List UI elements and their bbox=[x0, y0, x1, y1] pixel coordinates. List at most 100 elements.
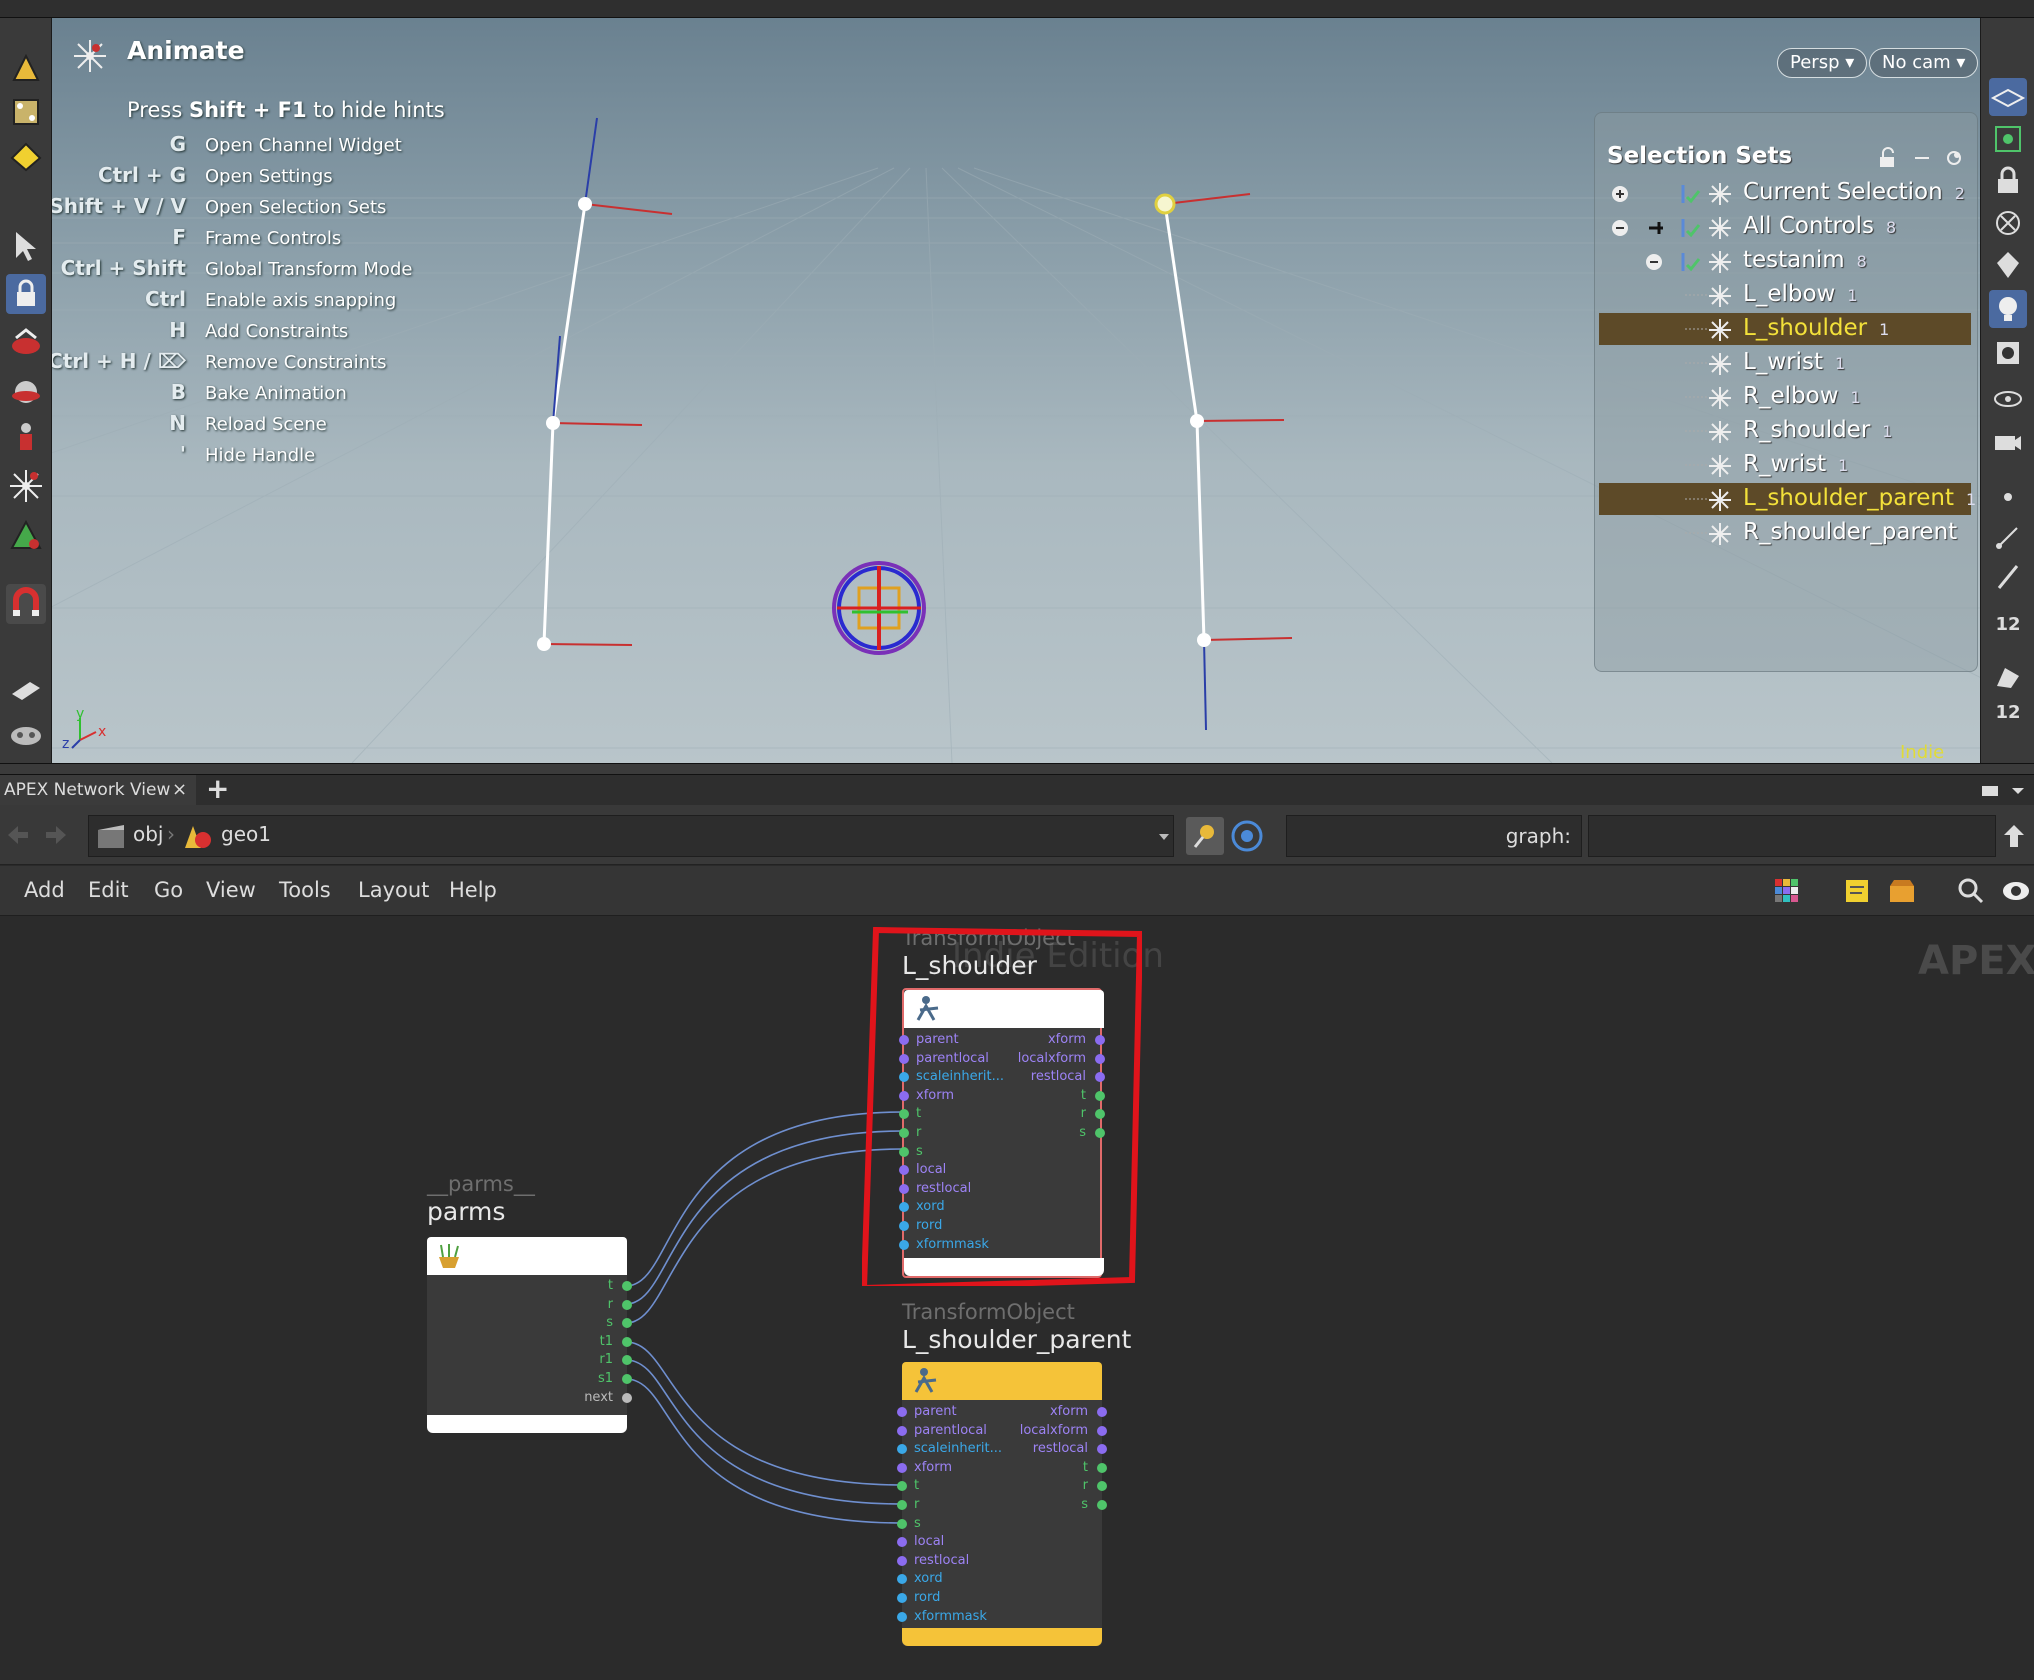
pane-menu-chevron-icon[interactable] bbox=[2010, 783, 2026, 799]
output-port-dot[interactable] bbox=[1097, 1500, 1107, 1510]
parms-node-name[interactable]: parms bbox=[427, 1197, 505, 1226]
input-port-dot[interactable] bbox=[897, 1462, 907, 1473]
magnet-snap-icon[interactable] bbox=[6, 584, 46, 624]
input-port-dot[interactable] bbox=[897, 1425, 907, 1436]
input-port-dot[interactable] bbox=[897, 1444, 907, 1455]
headlight-icon[interactable] bbox=[1989, 290, 2027, 328]
input-port-dot[interactable] bbox=[897, 1611, 907, 1622]
light-bulb-icon[interactable] bbox=[1989, 246, 2027, 284]
output-port-dot[interactable] bbox=[622, 1336, 632, 1347]
graph-field[interactable] bbox=[1588, 815, 1996, 857]
wire-r1-to-l-shoulder-parent[interactable] bbox=[625, 1359, 903, 1505]
selection-set-item[interactable]: L_elbow 1 bbox=[1599, 279, 1971, 311]
output-port-dot[interactable] bbox=[622, 1392, 632, 1403]
selection-set-item[interactable]: R_elbow 1 bbox=[1599, 381, 1971, 413]
l-shoulder-parent-node[interactable]: parent parentlocal scaleinherit... xform t r s… bbox=[897, 1362, 1107, 1646]
target-icon[interactable] bbox=[1228, 817, 1266, 855]
menu-edit[interactable]: Edit bbox=[88, 878, 129, 902]
animate-tool-icon[interactable] bbox=[6, 466, 46, 506]
selection-set-item[interactable]: R_wrist 1 bbox=[1599, 449, 1971, 481]
camera-button[interactable]: No cam ▾ bbox=[1869, 48, 1979, 78]
selection-set-item[interactable]: R_shoulder 1 bbox=[1599, 415, 1971, 447]
collapse-minus-icon[interactable] bbox=[1641, 249, 1667, 275]
selection-set-item[interactable]: L_shoulder_parent 1 bbox=[1599, 483, 1976, 515]
film-reel-icon[interactable] bbox=[6, 714, 46, 754]
input-port-dot[interactable] bbox=[897, 1537, 907, 1548]
up-arrow-icon[interactable] bbox=[2002, 823, 2026, 849]
tab-close-icon[interactable]: × bbox=[172, 775, 187, 805]
l-shoulder-parent-node-name[interactable]: L_shoulder_parent bbox=[902, 1325, 1131, 1354]
eye-icon[interactable] bbox=[2000, 876, 2032, 906]
network-box-icon[interactable] bbox=[1886, 876, 1918, 906]
output-port-dot[interactable] bbox=[622, 1299, 632, 1310]
lock-tool-icon[interactable] bbox=[6, 274, 46, 314]
normal-display-icon[interactable] bbox=[1989, 518, 2027, 556]
forward-arrow-icon[interactable] bbox=[42, 823, 70, 847]
edge-display-icon[interactable] bbox=[1989, 558, 2027, 596]
output-port-dot[interactable] bbox=[1097, 1462, 1107, 1473]
primitive-display-icon[interactable] bbox=[1989, 658, 2027, 696]
shelf-tool-icon[interactable] bbox=[6, 48, 46, 88]
output-port-dot[interactable] bbox=[622, 1281, 632, 1291]
menu-help[interactable]: Help bbox=[449, 878, 497, 902]
parms-node[interactable]: t r s t1 r1 s1 next bbox=[427, 1237, 632, 1433]
sticky-note-icon[interactable] bbox=[1842, 876, 1872, 906]
persp-button[interactable]: Persp ▾ bbox=[1777, 48, 1868, 78]
rotate-tool-icon[interactable] bbox=[6, 324, 46, 364]
collapse-minus-icon[interactable] bbox=[1607, 215, 1633, 241]
menu-tools[interactable]: Tools bbox=[279, 878, 331, 902]
path-dropdown-chevron-icon[interactable] bbox=[1157, 830, 1171, 844]
handle-tool-icon[interactable] bbox=[6, 516, 46, 556]
primitive-number-label[interactable]: 12 bbox=[1989, 702, 2027, 723]
selection-set-item[interactable]: L_shoulder 1 bbox=[1599, 313, 1971, 345]
parms-node-header[interactable] bbox=[427, 1237, 627, 1275]
breadcrumb-geo1[interactable]: geo1 bbox=[221, 822, 271, 846]
search-icon[interactable] bbox=[1956, 876, 1986, 906]
menu-view[interactable]: View bbox=[206, 878, 256, 902]
wire-s1-to-l-shoulder-parent[interactable] bbox=[625, 1378, 903, 1524]
key-check-icon[interactable] bbox=[1675, 181, 1701, 207]
snap-grid-icon[interactable] bbox=[1989, 120, 2027, 158]
menu-go[interactable]: Go bbox=[154, 878, 183, 902]
point-display-icon[interactable] bbox=[1989, 478, 2027, 516]
apex-network-canvas[interactable]: APEX Indie Edition TransformObject L_sho… bbox=[0, 916, 2034, 1680]
wire-t1-to-l-shoulder-parent[interactable] bbox=[625, 1341, 903, 1486]
pin-icon[interactable] bbox=[1943, 147, 1965, 169]
add-tab-button[interactable]: + bbox=[206, 775, 229, 803]
selection-set-item[interactable]: R_shoulder_parent bbox=[1599, 517, 1971, 549]
key-check-icon[interactable] bbox=[1675, 249, 1701, 275]
tab-apex-network-view[interactable]: APEX Network View bbox=[0, 775, 196, 805]
menu-layout[interactable]: Layout bbox=[358, 878, 429, 902]
output-port-dot[interactable] bbox=[1097, 1425, 1107, 1436]
pane-divider[interactable] bbox=[0, 763, 2034, 775]
maximize-pane-icon[interactable] bbox=[1980, 783, 2000, 799]
key-check-icon[interactable] bbox=[1675, 215, 1701, 241]
breadcrumb-obj[interactable]: obj bbox=[133, 822, 164, 846]
input-port-dot[interactable] bbox=[897, 1574, 907, 1585]
input-port-dot[interactable] bbox=[897, 1481, 907, 1492]
select-arrow-icon[interactable] bbox=[6, 226, 46, 266]
expand-plus-icon[interactable] bbox=[1607, 181, 1633, 207]
input-port-dot[interactable] bbox=[897, 1518, 907, 1529]
output-port-dot[interactable] bbox=[622, 1374, 632, 1384]
ghost-icon[interactable] bbox=[1989, 204, 2027, 242]
paint-tool-icon[interactable] bbox=[6, 668, 46, 708]
points-tool-icon[interactable] bbox=[6, 92, 46, 132]
wire-r-to-l-shoulder[interactable] bbox=[625, 1130, 903, 1305]
scale-tool-icon[interactable] bbox=[6, 372, 46, 412]
color-palette-icon[interactable] bbox=[1772, 876, 1802, 906]
point-number-label[interactable]: 12 bbox=[1989, 614, 2027, 635]
visibility-eye-icon[interactable] bbox=[1989, 380, 2027, 418]
selection-set-item[interactable]: All Controls 8 bbox=[1599, 211, 1971, 243]
input-port-dot[interactable] bbox=[897, 1407, 907, 1417]
selection-set-item[interactable]: Current Selection 2 bbox=[1599, 177, 1971, 209]
pose-tool-icon[interactable] bbox=[6, 418, 46, 458]
camera-view-icon[interactable] bbox=[1989, 422, 2027, 460]
wire-s-to-l-shoulder[interactable] bbox=[625, 1148, 903, 1324]
lock-camera-icon[interactable] bbox=[1989, 162, 2027, 200]
pin-set-icon[interactable] bbox=[1643, 215, 1669, 241]
output-port-dot[interactable] bbox=[1097, 1407, 1107, 1417]
minimize-icon[interactable] bbox=[1911, 147, 1933, 169]
input-port-dot[interactable] bbox=[897, 1500, 907, 1510]
pin-pane-button[interactable] bbox=[1186, 817, 1224, 855]
